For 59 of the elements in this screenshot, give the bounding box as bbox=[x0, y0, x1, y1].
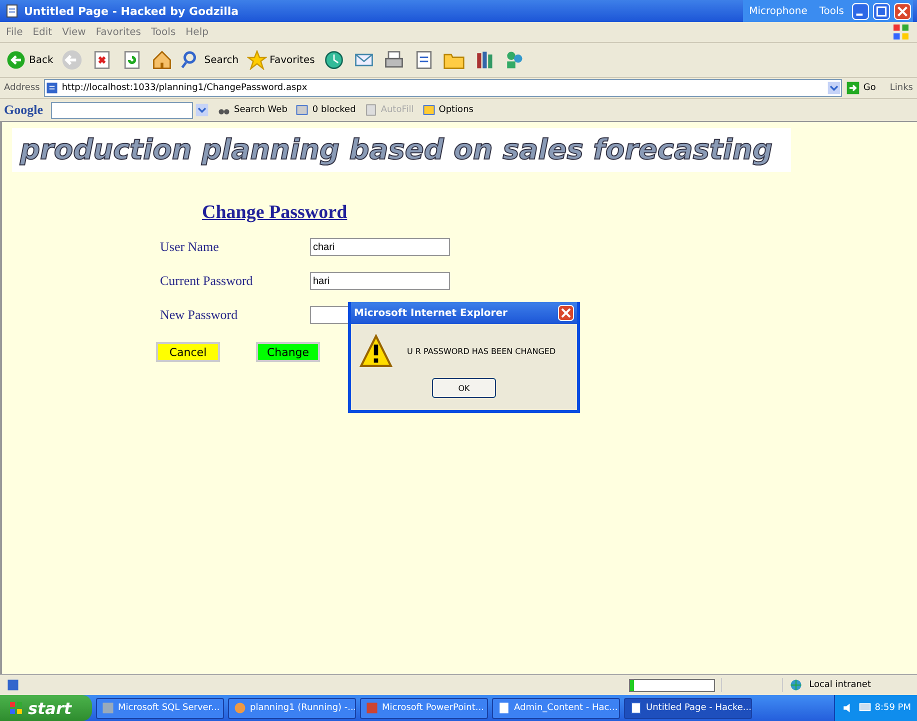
address-field[interactable]: http://localhost:1033/planning1/ChangePassword.aspx bbox=[44, 79, 842, 97]
menu-item[interactable]: Edit bbox=[32, 26, 52, 38]
banner-title: production planning based on sales forecasting bbox=[12, 128, 790, 172]
form-button[interactable]: Cancel bbox=[156, 342, 220, 362]
toolbar-button[interactable]: Favorites bbox=[246, 50, 315, 70]
menu-item[interactable]: Tools bbox=[151, 26, 176, 38]
taskbar-button[interactable]: Untitled Page - Hacke... bbox=[624, 698, 752, 718]
warning-icon bbox=[359, 334, 393, 368]
field-label: Current Password bbox=[160, 273, 254, 289]
input-field[interactable]: chari bbox=[310, 238, 450, 256]
window-title: Untitled Page - Hacked by Godzilla bbox=[24, 4, 239, 18]
star-icon bbox=[246, 50, 267, 70]
input-field[interactable]: hari bbox=[310, 272, 450, 290]
address-url: http://localhost:1033/planning1/ChangePassword.aspx bbox=[62, 83, 308, 93]
globe-icon bbox=[789, 678, 804, 692]
google-search-field[interactable] bbox=[51, 102, 193, 118]
maximize-icon[interactable] bbox=[873, 2, 890, 20]
page-heading: Change Password bbox=[202, 202, 348, 224]
toolbar-button[interactable]: Options bbox=[422, 103, 474, 117]
field-label: User Name bbox=[160, 239, 220, 255]
menu-item[interactable]: Favorites bbox=[96, 26, 142, 38]
form-button[interactable]: Change bbox=[256, 342, 320, 362]
title-tool-button[interactable]: Tools bbox=[815, 6, 848, 16]
app-icon bbox=[497, 701, 511, 715]
menu-item[interactable]: File bbox=[6, 26, 23, 38]
clock-icon[interactable] bbox=[322, 49, 345, 71]
taskbar-button[interactable]: Microsoft SQL Server... bbox=[96, 698, 224, 718]
windows-flag-icon bbox=[8, 700, 24, 716]
zone-label: Local intranet bbox=[809, 680, 871, 690]
google-logo[interactable]: Google bbox=[4, 102, 43, 118]
close-icon[interactable] bbox=[894, 2, 911, 20]
dialog-message: U R PASSWORD HAS BEEN CHANGED bbox=[407, 346, 556, 356]
app-icon bbox=[629, 701, 643, 715]
close-icon[interactable] bbox=[558, 305, 574, 321]
toolbar-button[interactable]: Search Web bbox=[217, 103, 288, 117]
menu-item[interactable]: Help bbox=[186, 26, 208, 38]
start-button[interactable]: start bbox=[0, 695, 92, 721]
title-tool-button[interactable]: Microphone bbox=[745, 6, 812, 16]
menu-item[interactable]: View bbox=[62, 26, 86, 38]
toolbar-button[interactable]: Search bbox=[181, 50, 239, 70]
taskbar-button[interactable]: Microsoft PowerPoint... bbox=[360, 698, 488, 718]
ok-button[interactable]: OK bbox=[432, 378, 496, 398]
dialog-title: Microsoft Internet Explorer bbox=[354, 308, 508, 318]
taskbar-button[interactable]: Admin_Content - Hac... bbox=[492, 698, 620, 718]
toolbar-button[interactable]: 0 blocked bbox=[295, 103, 356, 117]
app-icon bbox=[365, 701, 379, 715]
app-icon bbox=[233, 701, 247, 715]
windows-flag-icon bbox=[891, 22, 911, 42]
go-button[interactable]: Go bbox=[846, 81, 876, 95]
app-icon bbox=[101, 701, 115, 715]
window-icon bbox=[295, 103, 310, 117]
minimize-icon[interactable] bbox=[852, 2, 869, 20]
address-label: Address bbox=[4, 83, 40, 93]
clock: 8:59 PM bbox=[874, 703, 911, 713]
field-label: New Password bbox=[160, 307, 239, 323]
taskbar-button[interactable]: planning1 (Running) -... bbox=[228, 698, 356, 718]
links-button[interactable]: Links bbox=[890, 83, 913, 93]
toolbar-button[interactable]: Back bbox=[6, 50, 54, 70]
house-icon[interactable] bbox=[151, 49, 174, 71]
